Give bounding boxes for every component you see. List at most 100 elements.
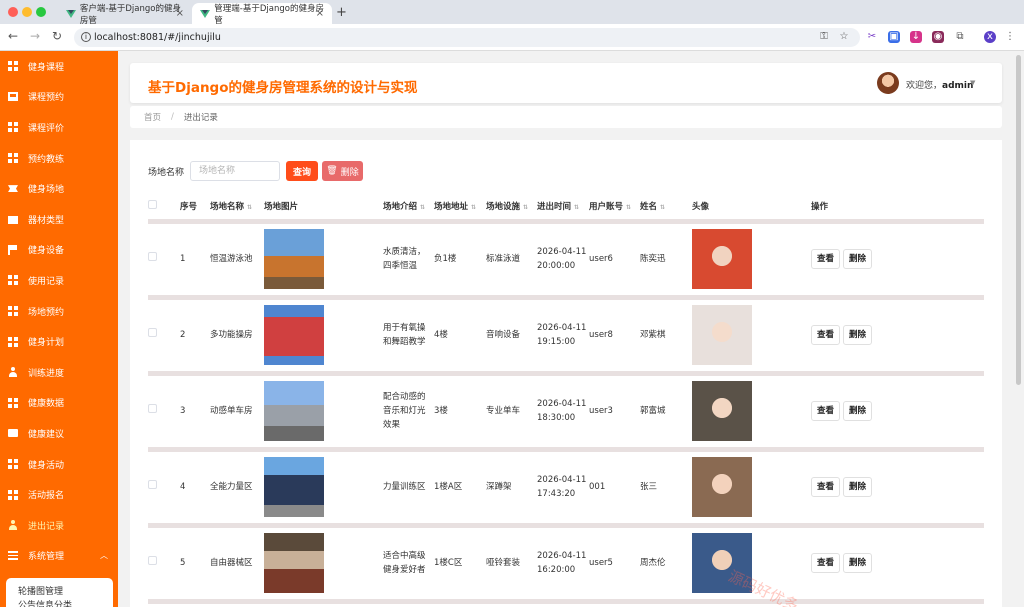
cell-venue-name: 多功能操房 bbox=[210, 297, 264, 376]
row-checkbox[interactable] bbox=[148, 252, 157, 261]
back-arrow-icon[interactable]: ← bbox=[8, 29, 18, 43]
new-tab-button[interactable]: + bbox=[336, 5, 347, 20]
row-delete-button[interactable]: 删除 bbox=[843, 249, 873, 269]
sidebar-item-label: 器材类型 bbox=[28, 215, 65, 226]
close-icon[interactable]: × bbox=[316, 8, 324, 19]
sidebar-item-equipment-types[interactable]: 器材类型 bbox=[0, 204, 118, 235]
submenu-item-carousel[interactable]: 轮播图管理 bbox=[18, 584, 113, 598]
cell-person-name: 陈奕迅 bbox=[640, 221, 692, 300]
view-button[interactable]: 查看 bbox=[811, 477, 841, 497]
sidebar-item-label: 健身活动 bbox=[28, 460, 65, 471]
sidebar-item-label: 课程评价 bbox=[28, 123, 65, 134]
cell-venue-intro: 配合动感的音乐和灯光效果 bbox=[383, 373, 434, 452]
sidebar-item-equipment[interactable]: 健身设备 bbox=[0, 235, 118, 266]
close-window-button[interactable] bbox=[8, 7, 18, 17]
sidebar-item-access-records[interactable]: 进出记录 bbox=[0, 510, 118, 541]
grid-icon bbox=[8, 489, 18, 500]
cell-venue-address: 1楼A区 bbox=[434, 449, 486, 528]
sidebar-item-health-advice[interactable]: 健康建议 bbox=[0, 418, 118, 449]
star-icon[interactable]: ☆ bbox=[838, 31, 850, 43]
more-icon[interactable]: ⋮ bbox=[1004, 31, 1016, 43]
sidebar-item-fitness-activities[interactable]: 健身活动 bbox=[0, 449, 118, 480]
column-header[interactable]: 场地介绍 ⇅ bbox=[383, 194, 434, 224]
cell-person-name: 周杰伦 bbox=[640, 525, 692, 604]
column-header[interactable]: 场地设施 ⇅ bbox=[486, 194, 537, 224]
view-button[interactable]: 查看 bbox=[811, 553, 841, 573]
select-all-checkbox[interactable] bbox=[148, 200, 157, 210]
cell-no: 5 bbox=[180, 525, 210, 604]
table-row: 1 恒温游泳池 水质清洁，四季恒温 负1楼 标准泳道 2026-04-11 20:00:00… bbox=[148, 221, 984, 300]
avatar[interactable] bbox=[877, 72, 899, 94]
row-checkbox[interactable] bbox=[148, 556, 157, 565]
key-icon[interactable]: ⚿ bbox=[818, 31, 830, 43]
maximize-window-button[interactable] bbox=[36, 7, 46, 17]
welcome-text[interactable]: 欢迎您，admin bbox=[906, 78, 973, 91]
message-icon bbox=[8, 429, 18, 438]
sidebar-item-label: 活动报名 bbox=[28, 491, 65, 502]
view-button[interactable]: 查看 bbox=[811, 325, 841, 345]
sidebar-item-health-data[interactable]: 健康数据 bbox=[0, 388, 118, 419]
column-header[interactable]: 场地名称 ⇅ bbox=[210, 194, 264, 224]
browser-tab-admin[interactable]: 管理端-基于Django的健身房管 × bbox=[192, 3, 332, 26]
column-header[interactable]: 场地地址 ⇅ bbox=[434, 194, 486, 224]
url-field[interactable]: i localhost:8081/#/jinchujilu bbox=[74, 28, 860, 47]
cell-access-time: 2026-04-11 16:20:00 bbox=[537, 525, 589, 604]
submenu-item-notice-category[interactable]: 公告信息分类 bbox=[18, 598, 113, 607]
row-checkbox[interactable] bbox=[148, 480, 157, 489]
info-icon[interactable]: i bbox=[81, 32, 91, 42]
delete-button[interactable]: 🗑 删除 bbox=[322, 161, 364, 181]
sidebar-item-training-progress[interactable]: 训练进度 bbox=[0, 357, 118, 388]
column-header[interactable]: 进出时间 ⇅ bbox=[537, 194, 589, 224]
table-row: 2 多功能操房 用于有氧操和舞蹈教学 4楼 音响设备 2026-04-11 19:15:00… bbox=[148, 297, 984, 376]
grid-icon bbox=[8, 459, 18, 470]
breadcrumb-home[interactable]: 首页 bbox=[144, 111, 161, 123]
row-delete-button[interactable]: 删除 bbox=[843, 401, 873, 421]
sidebar-item-activity-signup[interactable]: 活动报名 bbox=[0, 479, 118, 510]
sidebar-item-fitness-courses[interactable]: 健身课程 bbox=[0, 51, 118, 82]
cell-account: user8 bbox=[589, 297, 640, 376]
cell-venue-address: 1楼C区 bbox=[434, 525, 486, 604]
page-scrollbar[interactable] bbox=[1016, 55, 1021, 385]
row-delete-button[interactable]: 删除 bbox=[843, 325, 873, 345]
sidebar-item-venue-booking[interactable]: 场地预约 bbox=[0, 296, 118, 327]
flag-icon bbox=[8, 244, 18, 255]
reload-icon[interactable]: ↻ bbox=[52, 29, 62, 43]
sidebar-item-fitness-plan[interactable]: 健身计划 bbox=[0, 326, 118, 357]
query-button[interactable]: 查询 bbox=[286, 161, 319, 181]
extension-blue-icon[interactable]: ▣ bbox=[888, 31, 900, 43]
sidebar-item-system-management[interactable]: 系统管理 ︿ bbox=[0, 541, 118, 572]
row-delete-button[interactable]: 删除 bbox=[843, 553, 873, 573]
sidebar-item-course-booking[interactable]: 课程预约 bbox=[0, 82, 118, 113]
scissors-icon[interactable]: ✂ bbox=[866, 31, 878, 43]
close-icon[interactable]: × bbox=[176, 8, 184, 19]
view-button[interactable]: 查看 bbox=[811, 249, 841, 269]
column-header[interactable]: 用户账号 ⇅ bbox=[589, 194, 640, 224]
profile-avatar[interactable]: x bbox=[984, 31, 996, 43]
cell-venue-name: 恒温游泳池 bbox=[210, 221, 264, 300]
row-delete-button[interactable]: 删除 bbox=[843, 477, 873, 497]
row-checkbox[interactable] bbox=[148, 404, 157, 413]
minimize-window-button[interactable] bbox=[22, 7, 32, 17]
sort-icon: ⇅ bbox=[471, 204, 477, 212]
cell-account: 001 bbox=[589, 449, 640, 528]
sidebar-item-usage-records[interactable]: 使用记录 bbox=[0, 265, 118, 296]
browser-tab-bar: 客户端-基于Django的健身房管 × 管理端-基于Django的健身房管 × … bbox=[0, 0, 1024, 26]
table-header-row: 序号 场地名称 ⇅ 场地图片 场地介绍 ⇅ 场地地址 ⇅ 场地设施 ⇅ 进出时间 ⇅ 用户… bbox=[148, 194, 984, 224]
sidebar-item-label: 健康建议 bbox=[28, 429, 65, 440]
forward-arrow-icon[interactable]: → bbox=[30, 29, 40, 43]
row-checkbox[interactable] bbox=[148, 328, 157, 337]
view-button[interactable]: 查看 bbox=[811, 401, 841, 421]
caret-down-icon[interactable]: ▼ bbox=[970, 79, 975, 87]
download-icon[interactable]: ↓ bbox=[910, 31, 922, 43]
browser-tab-client[interactable]: 客户端-基于Django的健身房管 × bbox=[58, 3, 192, 26]
sidebar-item-venues[interactable]: 健身场地 bbox=[0, 173, 118, 204]
search-input[interactable] bbox=[190, 161, 281, 181]
sidebar-item-label: 训练进度 bbox=[28, 368, 65, 379]
puzzle-icon[interactable]: ⧉ bbox=[954, 31, 966, 43]
column-header[interactable]: 姓名 ⇅ bbox=[640, 194, 692, 224]
extension-red-icon[interactable]: ◉ bbox=[932, 31, 944, 43]
cell-venue-address: 3楼 bbox=[434, 373, 486, 452]
sidebar-item-course-review[interactable]: 课程评价 bbox=[0, 112, 118, 143]
sidebar-item-coach-booking[interactable]: 预约教练 bbox=[0, 143, 118, 174]
sidebar-item-label: 使用记录 bbox=[28, 276, 65, 287]
